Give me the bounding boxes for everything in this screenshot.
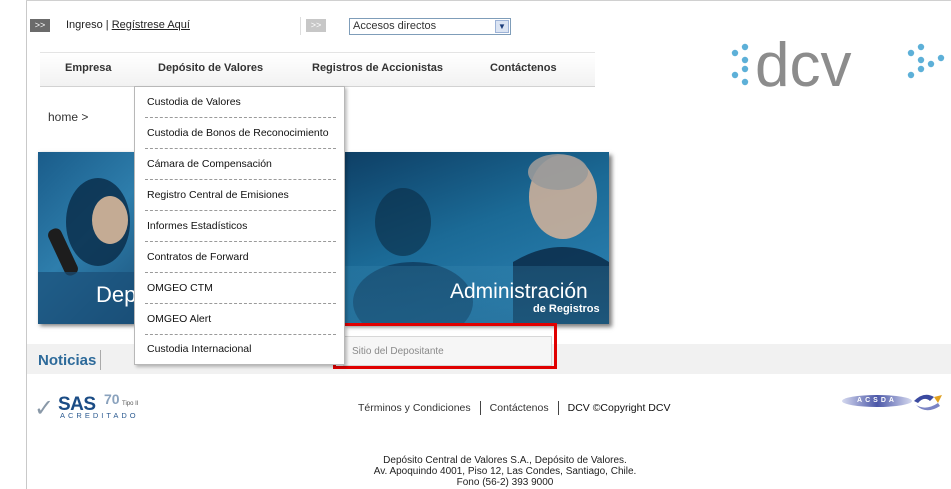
login-arrow-icon: >> (30, 19, 50, 32)
menu-divider (145, 210, 336, 211)
footer-divider (557, 401, 559, 415)
menu-divider (145, 334, 336, 335)
footer-links: Términos y Condiciones Contáctenos DCV ©Co… (358, 401, 670, 415)
address-line-1: Depósito Central de Valores S.A., Depósi… (383, 455, 627, 466)
nav-contactenos[interactable]: Contáctenos (490, 62, 557, 74)
top-divider (300, 17, 301, 35)
menu-item-registro-central[interactable]: Registro Central de Emisiones (147, 189, 289, 201)
menu-item-camara-compensacion[interactable]: Cámara de Compensación (147, 158, 272, 170)
register-link[interactable]: Regístrese Aquí (112, 19, 190, 31)
banner-left-image[interactable]: Dep (38, 152, 135, 324)
top-links: Ingreso | Regístrese Aquí (66, 19, 190, 31)
menu-divider (145, 303, 336, 304)
banner-right-subtitle: de Registros (533, 303, 600, 315)
link-separator: | (105, 19, 109, 31)
acsda-logo[interactable]: ACSDA (842, 395, 912, 407)
checkmark-icon: ✓ (34, 395, 55, 422)
footer-address: Depósito Central de Valores S.A., Depósi… (340, 455, 670, 488)
menu-divider (145, 148, 336, 149)
menu-divider (145, 272, 336, 273)
address-line-2: Av. Apoquindo 4001, Piso 12, Las Condes,… (373, 466, 637, 477)
sas-badge-acreditado: ACREDITADO (60, 411, 139, 420)
sas-badge-number: 70 (104, 391, 120, 407)
highlight-box (333, 323, 557, 369)
menu-divider (145, 117, 336, 118)
noticias-divider (100, 350, 101, 370)
page-border-top (26, 0, 951, 1)
main-nav: Empresa Depósito de Valores Registros de… (40, 52, 595, 87)
acsda-arrow-icon (914, 394, 942, 411)
quick-access-value: Accesos directos (353, 20, 437, 32)
banner-left-text: Dep (96, 282, 135, 307)
footer-divider (479, 401, 481, 415)
menu-item-custodia-internacional[interactable]: Custodia Internacional (147, 343, 251, 355)
menu-item-custodia-valores[interactable]: Custodia de Valores (147, 96, 241, 108)
dcv-logo[interactable]: dcv (725, 30, 951, 104)
menu-item-omgeo-alert[interactable]: OMGEO Alert (147, 313, 211, 325)
footer-terms-link[interactable]: Términos y Condiciones (358, 402, 471, 414)
footer-contact-link[interactable]: Contáctenos (490, 402, 549, 414)
menu-divider (145, 179, 336, 180)
deposito-valores-dropdown: Custodia de Valores Custodia de Bonos de… (134, 86, 345, 365)
banner-right-title: Administración (450, 280, 588, 303)
address-line-3: Fono (56-2) 393 9000 (456, 477, 554, 488)
sas-badge-tipo: Tipo II (122, 401, 139, 407)
menu-item-informes-estadisticos[interactable]: Informes Estadísticos (147, 220, 247, 232)
chevron-down-icon: ▼ (495, 20, 509, 33)
noticias-title[interactable]: Noticias (38, 352, 96, 369)
nav-deposito-valores[interactable]: Depósito de Valores (158, 62, 263, 74)
menu-item-omgeo-ctm[interactable]: OMGEO CTM (147, 282, 213, 294)
login-link[interactable]: Ingreso (66, 19, 103, 31)
footer-copyright: DCV ©Copyright DCV (567, 401, 671, 414)
nav-registros-accionistas[interactable]: Registros de Accionistas (312, 62, 443, 74)
nav-empresa[interactable]: Empresa (65, 62, 111, 74)
quick-access-arrow-icon: >> (306, 19, 326, 32)
menu-item-custodia-bonos[interactable]: Custodia de Bonos de Reconocimiento (147, 127, 329, 139)
breadcrumb[interactable]: home > (48, 110, 88, 124)
menu-divider (145, 241, 336, 242)
quick-access-select[interactable]: Accesos directos ▼ (349, 18, 511, 35)
page-border-left (26, 0, 27, 489)
menu-item-contratos-forward[interactable]: Contratos de Forward (147, 251, 249, 263)
logo-text: dcv (755, 31, 851, 100)
